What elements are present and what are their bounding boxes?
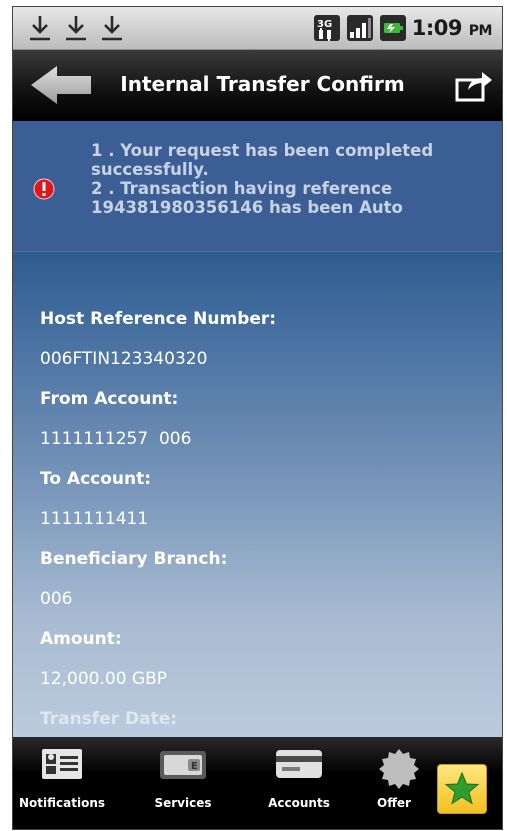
amount-value: 12,000.00 GBP (40, 669, 168, 689)
nav-item-services[interactable]: E Services (135, 737, 231, 829)
message-text: 1 . Your request has been completed succ… (91, 141, 491, 217)
status-ampm: PM (468, 23, 493, 39)
message-line: 1 . Your request has been completed (91, 141, 434, 160)
amount-label: Amount: (40, 629, 122, 649)
services-icon: E (158, 747, 208, 785)
download-icon (66, 16, 86, 41)
status-time: 1:09 PM (411, 16, 493, 40)
nav-item-accounts[interactable]: Accounts (251, 737, 347, 829)
page-title: Internal Transfer Confirm (120, 72, 405, 96)
title-bar: Internal Transfer Confirm (13, 50, 502, 120)
accounts-icon (274, 747, 324, 785)
offers-icon (377, 747, 421, 795)
nav-item-notifications[interactable]: Notifications (13, 737, 111, 829)
message-line: successfully. (91, 160, 209, 179)
signal-icon (346, 15, 373, 41)
nav-label-offers: Offer (377, 796, 411, 810)
error-icon (33, 178, 55, 200)
star-icon (444, 771, 480, 805)
beneficiary-branch-value: 006 (40, 589, 73, 609)
transfer-details: Host Reference Number: 006FTIN123340320 … (40, 299, 490, 737)
status-bar: 3G 1:09 PM (13, 7, 502, 50)
svg-text:3G: 3G (317, 19, 332, 30)
download-icon (102, 16, 122, 41)
nav-label-accounts: Accounts (268, 796, 330, 810)
notifications-icon (40, 747, 84, 785)
battery-icon (379, 15, 406, 41)
phone-screen: 3G 1:09 PM Internal Transfer Confirm 1 .… (12, 6, 503, 830)
message-box: 1 . Your request has been completed succ… (13, 121, 502, 252)
status-indicators: 3G 1:09 PM (313, 13, 493, 43)
favorites-button[interactable] (437, 764, 487, 814)
nav-label-services: Services (154, 796, 212, 810)
transfer-date-label: Transfer Date: (40, 709, 178, 729)
share-icon[interactable] (454, 68, 494, 104)
to-account-label: To Account: (40, 469, 152, 489)
nav-item-offers[interactable]: Offer (369, 737, 423, 829)
download-icon (30, 16, 50, 41)
content-area: 1 . Your request has been completed succ… (13, 121, 502, 737)
to-account-value: 1111111411 (40, 509, 149, 529)
host-reference-value: 006FTIN123340320 (40, 349, 208, 369)
network-3g-icon: 3G (313, 15, 340, 41)
bottom-nav: Notifications E Services Accounts Offer (13, 737, 502, 829)
beneficiary-branch-label: Beneficiary Branch: (40, 549, 228, 569)
message-line: 194381980356146 has been Auto (91, 198, 403, 217)
svg-text:E: E (191, 761, 198, 772)
back-arrow-icon[interactable] (29, 64, 93, 106)
nav-label-notifications: Notifications (18, 796, 106, 810)
message-line: 2 . Transaction having reference (91, 179, 393, 198)
host-reference-label: Host Reference Number: (40, 309, 277, 329)
from-account-value: 1111111257 006 (40, 429, 192, 449)
from-account-label: From Account: (40, 389, 179, 409)
